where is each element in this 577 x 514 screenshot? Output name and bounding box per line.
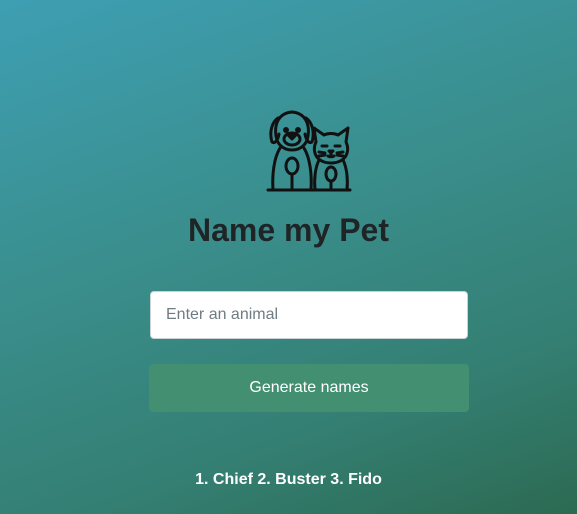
- dog-and-cat-icon: [264, 108, 354, 196]
- page-title: Name my Pet: [188, 212, 389, 248]
- generate-names-button[interactable]: Generate names: [149, 364, 469, 412]
- animal-input[interactable]: [150, 291, 468, 339]
- generated-names-result: 1. Chief 2. Buster 3. Fido: [195, 471, 382, 488]
